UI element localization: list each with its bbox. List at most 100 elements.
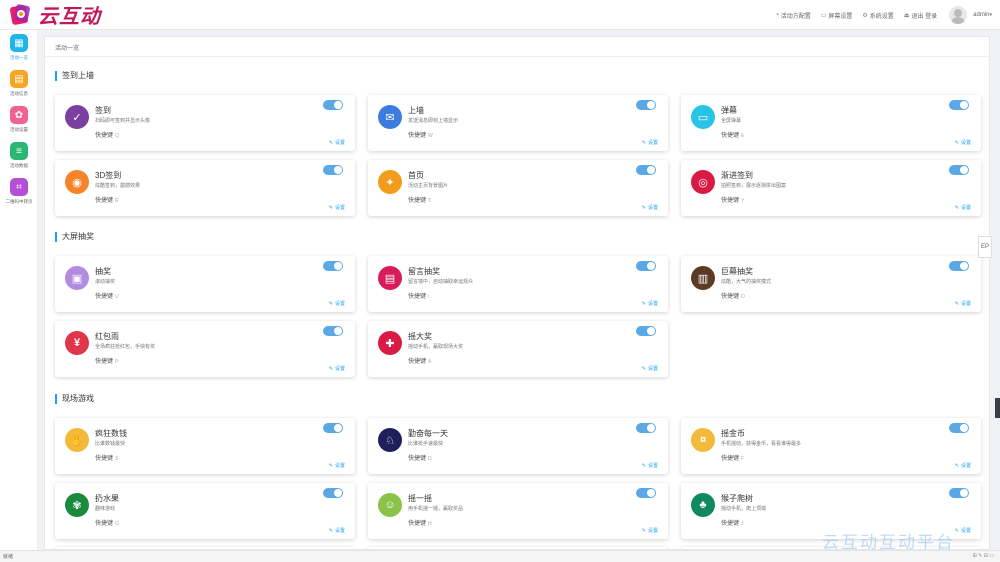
main-panel: 活动一览 签到上墙 ✓ 签到 扫码即可签到并显示头像 快捷键 Q ✎ 设置 ✉ 上墙 发送消息即刻上… [44, 36, 990, 550]
settings-link-label: 设置 [647, 301, 658, 307]
enable-toggle[interactable] [949, 488, 969, 498]
logout-icon: ⏏ [903, 12, 910, 19]
hotkey-text: 快捷键 [721, 133, 740, 139]
enable-toggle[interactable] [636, 423, 656, 433]
database-icon: ≡ [10, 142, 28, 160]
settings-link[interactable]: ✎ 设置 [955, 527, 971, 534]
settings-link[interactable]: ✎ 设置 [642, 204, 658, 211]
enable-toggle[interactable] [636, 261, 656, 271]
topnav-item-2[interactable]: ⚙ 系统设置 [862, 11, 893, 20]
settings-link[interactable]: ✎ 设置 [329, 204, 345, 211]
settings-link[interactable]: ✎ 设置 [642, 462, 658, 469]
sidebar-item-4[interactable]: ⌗ 二维码中转页 [0, 174, 38, 210]
settings-link-label: 设置 [647, 528, 658, 534]
scroll-handle[interactable] [995, 398, 1000, 418]
card-description: 发送消息即刻上墙显示 [408, 118, 459, 124]
card-title: 上墙 [408, 106, 424, 115]
settings-link[interactable]: ✎ 设置 [642, 527, 658, 534]
sidebar-item-label: 活动信息 [9, 91, 28, 97]
pencil-icon: ✎ [954, 463, 959, 469]
monitor-icon: ▭ [820, 12, 827, 19]
feature-card[interactable]: ¥ 红包雨 全场疯狂抢红包，手快有奖 快捷键 P ✎ 设置 [55, 321, 355, 377]
feature-card[interactable]: ✦ 首页 活动主页背景图片 快捷键 T ✎ 设置 [368, 160, 668, 216]
settings-link[interactable]: ✎ 设置 [642, 365, 658, 372]
settings-link[interactable]: ✎ 设置 [329, 462, 345, 469]
shake-icon: ☺ [378, 493, 402, 517]
card-title: 勤奋每一天 [408, 429, 448, 438]
feature-card[interactable]: ▣ 抽奖 滚动抽奖 快捷键 U ✎ 设置 [55, 256, 355, 312]
feature-card[interactable]: ♘ 勤奋每一天 比谁抢手速最快 快捷键 D ✎ 设置 [368, 418, 668, 474]
feature-card[interactable]: ✚ 摇大奖 摇动手机，赢取现场大奖 快捷键 A ✎ 设置 [368, 321, 668, 377]
settings-link[interactable]: ✎ 设置 [642, 300, 658, 307]
status-tools[interactable]: ⊞ ✎ ⊟ ▭ [973, 553, 994, 559]
settings-link[interactable]: ✎ 设置 [329, 300, 345, 307]
hotkey-text: 快捷键 [408, 294, 427, 300]
card-description: 全屏弹幕 [721, 118, 742, 124]
feature-card[interactable]: ✾ 扔水果 趣味游戏 快捷键 G ✎ 设置 [55, 483, 355, 539]
feature-card[interactable]: ✓ 签到 扫码即可签到并显示头像 快捷键 Q ✎ 设置 [55, 95, 355, 151]
feature-card[interactable]: ▥ 巨幕抽奖 炫酷，大气的抽奖模式 快捷键 O ✎ 设置 [681, 256, 981, 312]
card-description: 比谁抢手速最快 [408, 441, 444, 447]
settings-link[interactable]: ✎ 设置 [329, 139, 345, 146]
sidebar-item-2[interactable]: ✿ 活动设置 [0, 102, 38, 138]
hotkey-text: 快捷键 [721, 456, 740, 462]
feature-card[interactable]: ▭ 弹幕 全屏弹幕 快捷键 E ✎ 设置 [681, 95, 981, 151]
hotkey-label: 快捷键 W [408, 130, 433, 139]
side-widget[interactable]: EP [978, 236, 992, 258]
sidebar-item-1[interactable]: ▤ 活动信息 [0, 66, 38, 102]
screen-icon: ▥ [691, 266, 715, 290]
hotkey-label: 快捷键 G [95, 518, 119, 527]
enable-toggle[interactable] [636, 165, 656, 175]
feature-card[interactable]: ◉ 3D签到 炫酷签到，震撼效果 快捷键 R ✎ 设置 [55, 160, 355, 216]
settings-link[interactable]: ✎ 设置 [955, 204, 971, 211]
sidebar-item-3[interactable]: ≡ 活动数据 [0, 138, 38, 174]
enable-toggle[interactable] [636, 488, 656, 498]
topnav-item-1[interactable]: ▭ 屏幕设置 [821, 11, 853, 20]
settings-link[interactable]: ✎ 设置 [329, 527, 345, 534]
enable-toggle[interactable] [323, 100, 343, 110]
brand-logo[interactable]: 云互动 [8, 0, 101, 30]
settings-link[interactable]: ✎ 设置 [642, 139, 658, 146]
card-title: 巨幕抽奖 [721, 267, 753, 276]
topnav-item-3[interactable]: ⏏ 退出 登录 [904, 11, 937, 20]
enable-toggle[interactable] [323, 165, 343, 175]
feature-card[interactable]: ◎ 渐进签到 拍照签到，展示逐渐拼出图案 快捷键 Y ✎ 设置 [681, 160, 981, 216]
enable-toggle[interactable] [949, 261, 969, 271]
sidebar-item-0[interactable]: ▦ 活动一览 [0, 30, 38, 66]
settings-link-label: 设置 [960, 528, 971, 534]
card-title: 摇金币 [721, 429, 745, 438]
enable-toggle[interactable] [323, 488, 343, 498]
settings-link-label: 设置 [960, 463, 971, 469]
hotkey-value: H [428, 521, 432, 527]
feature-card[interactable]: ☺ 摇一摇 用手机摇一摇，赢取奖品 快捷键 H ✎ 设置 [368, 483, 668, 539]
hotkey-label: 快捷键 R [95, 195, 119, 204]
hotkey-text: 快捷键 [95, 294, 114, 300]
feature-card[interactable]: ¤ 摇金币 手机摇动，获得金币，看看谁得最多 快捷键 F ✎ 设置 [681, 418, 981, 474]
settings-link[interactable]: ✎ 设置 [955, 462, 971, 469]
topnav-item-0[interactable]: ▪ 活动方配置 [777, 11, 811, 20]
enable-toggle[interactable] [323, 423, 343, 433]
chevron-down-icon[interactable]: ▾ [989, 12, 992, 18]
settings-link[interactable]: ✎ 设置 [955, 139, 971, 146]
user-name[interactable]: admin [973, 12, 989, 18]
feature-card[interactable]: ✉ 上墙 发送消息即刻上墙显示 快捷键 W ✎ 设置 [368, 95, 668, 151]
avatar[interactable] [949, 6, 968, 24]
hotkey-value: D [428, 456, 432, 462]
settings-link[interactable]: ✎ 设置 [955, 300, 971, 307]
board-icon: ▤ [378, 266, 402, 290]
hotkey-label: 快捷键 P [95, 356, 118, 365]
enable-toggle[interactable] [323, 261, 343, 271]
enable-toggle[interactable] [636, 326, 656, 336]
feature-card[interactable]: ✋ 疯狂数钱 比谁数钱最快 快捷键 S ✎ 设置 [55, 418, 355, 474]
enable-toggle[interactable] [949, 100, 969, 110]
enable-toggle[interactable] [323, 326, 343, 336]
hotkey-text: 快捷键 [95, 521, 114, 527]
hotkey-label: 快捷键 T [408, 195, 431, 204]
enable-toggle[interactable] [949, 165, 969, 175]
hotkey-text: 快捷键 [95, 359, 114, 365]
feature-card[interactable]: ▤ 留言抽奖 留言墙中，自动抽取幸运观众 快捷键 I ✎ 设置 [368, 256, 668, 312]
settings-link[interactable]: ✎ 设置 [329, 365, 345, 372]
enable-toggle[interactable] [949, 423, 969, 433]
card-title: 疯狂数钱 [95, 429, 127, 438]
enable-toggle[interactable] [636, 100, 656, 110]
